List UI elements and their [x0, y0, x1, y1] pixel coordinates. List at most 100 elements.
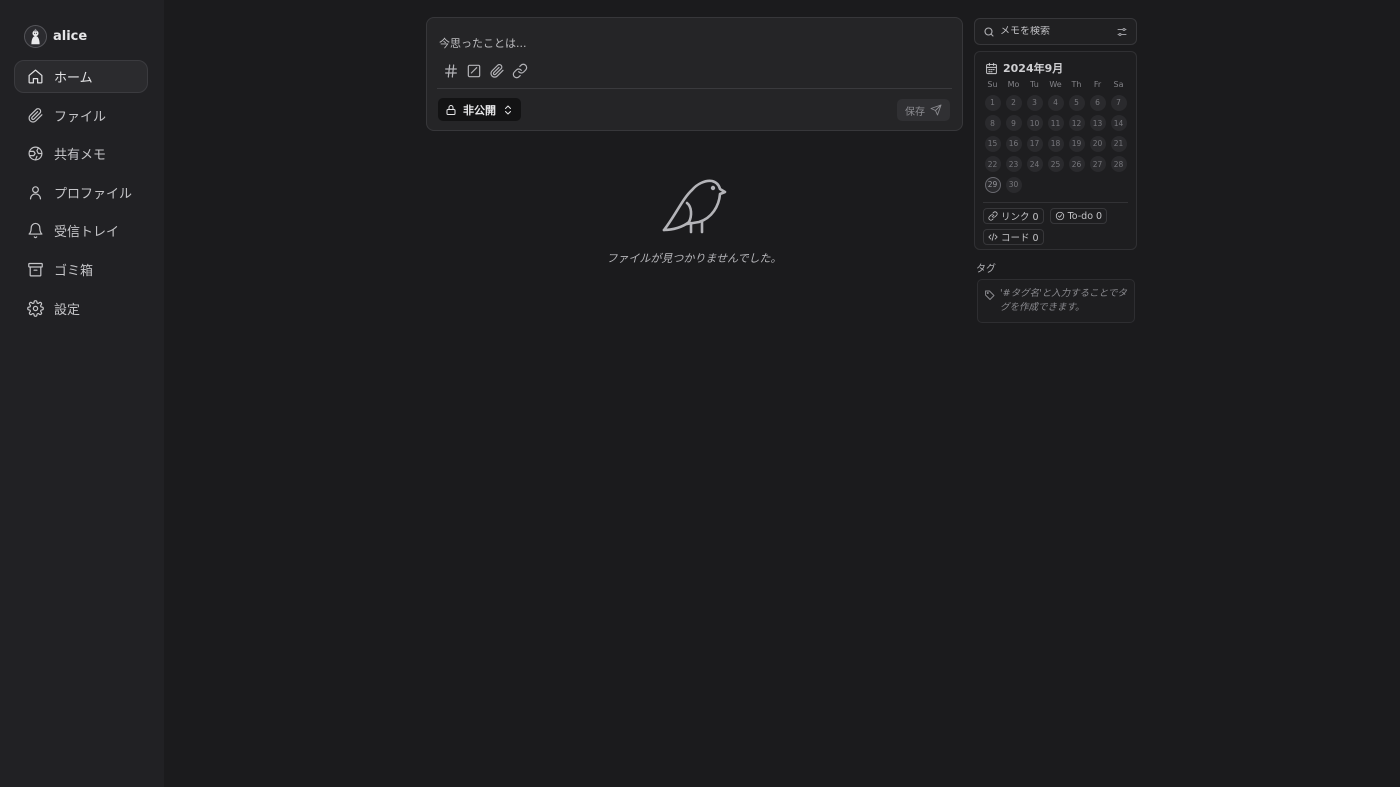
weekday-label: Sa [1113, 80, 1124, 89]
todo-stat-label: To-do 0 [1067, 210, 1103, 222]
filter-icon[interactable] [1116, 26, 1128, 38]
weekday-label: We [1049, 80, 1062, 89]
calendar-day[interactable]: 20 [1089, 135, 1106, 152]
calendar-day-cell: 4 [1045, 94, 1066, 111]
empty-message: ファイルが見つかりませんでした。 [606, 252, 782, 265]
calendar-day[interactable]: 11 [1047, 115, 1064, 131]
calendar-day-cell: 25 [1045, 156, 1066, 172]
calendar-day-cell: 28 [1108, 156, 1129, 172]
calendar-day-cell: 7 [1108, 94, 1129, 111]
weekday-label: Mo [1007, 80, 1020, 89]
calendar-day-cell: 30 [1003, 176, 1024, 193]
weekday-label: Fr [1093, 80, 1102, 89]
archive-icon [27, 261, 44, 278]
sidebar-item-trash[interactable]: ゴミ箱 [14, 253, 148, 286]
sidebar-nav: ホーム ファイル 共有メモ プロファイル 受信トレイ ゴミ箱 設定 [14, 60, 148, 330]
activity-calendar: 2024年9月 Su Mo Tu We Th Fr Sa 1 2 3 4 5 6 7 8 9 10 11 12 13 1… [974, 51, 1137, 250]
todo-stat[interactable]: To-do 0 [1049, 208, 1108, 224]
calendar-day[interactable]: 29 [984, 176, 1001, 193]
calendar-day-cell: 21 [1108, 135, 1129, 152]
sidebar-item-files[interactable]: ファイル [14, 99, 148, 132]
memo-stats: リンク 0 To-do 0 コード 0 [983, 208, 1133, 245]
calendar-day[interactable]: 30 [1005, 176, 1022, 193]
weekday-label: Th [1071, 80, 1082, 89]
sidebar-item-profile[interactable]: プロファイル [14, 176, 148, 209]
calendar-day-cell: 9 [1003, 115, 1024, 131]
user-name: alice [53, 28, 88, 44]
sidebar-item-label: 受信トレイ [54, 225, 120, 241]
calendar-day-cell: 3 [1024, 94, 1045, 111]
calendar-grid: Su Mo Tu We Th Fr Sa 1 2 3 4 5 6 7 8 9 10 11 12 13 14 15 16 17 1… [982, 80, 1129, 193]
calendar-day[interactable]: 23 [1005, 156, 1022, 172]
link-stat[interactable]: リンク 0 [983, 208, 1044, 224]
visibility-selector[interactable]: 非公開 [438, 98, 521, 121]
sidebar-item-label: プロファイル [54, 186, 133, 202]
code-stat[interactable]: コード 0 [983, 229, 1044, 245]
sidebar-item-home[interactable]: ホーム [14, 60, 148, 93]
lock-icon [445, 104, 457, 116]
link-icon[interactable] [512, 63, 528, 79]
calendar-day[interactable]: 4 [1047, 94, 1064, 111]
calendar-day[interactable]: 9 [1005, 115, 1022, 131]
calendar-day[interactable]: 15 [984, 135, 1001, 152]
check-circle-icon [1055, 211, 1065, 221]
calendar-day[interactable]: 3 [1026, 94, 1043, 111]
user-menu[interactable]: alice [24, 24, 87, 48]
sidebar-item-settings[interactable]: 設定 [14, 292, 148, 325]
calendar-day[interactable]: 5 [1068, 94, 1085, 111]
calendar-day[interactable]: 2 [1005, 94, 1022, 111]
sidebar-item-inbox[interactable]: 受信トレイ [14, 214, 148, 247]
calendar-day[interactable]: 26 [1068, 156, 1085, 172]
calendar-day[interactable]: 25 [1047, 156, 1064, 172]
calendar-day[interactable]: 22 [984, 156, 1001, 172]
hash-icon[interactable] [443, 63, 459, 79]
memo-editor: 今思ったことは... 非公開 保存 [426, 17, 963, 131]
paperclip-icon[interactable] [489, 63, 505, 79]
sidebar-item-shared-memos[interactable]: 共有メモ [14, 137, 148, 170]
search-input[interactable] [1000, 26, 1111, 37]
calendar-day[interactable]: 21 [1110, 135, 1127, 152]
calendar-day[interactable]: 27 [1089, 156, 1106, 172]
calendar-day[interactable]: 1 [984, 94, 1001, 111]
avatar [24, 24, 47, 48]
calendar-day[interactable]: 13 [1089, 115, 1106, 131]
calendar-day-cell: 15 [982, 135, 1003, 152]
calendar-day[interactable]: 12 [1068, 115, 1085, 131]
calendar-day[interactable]: 18 [1047, 135, 1064, 152]
calendar-day-cell: 18 [1045, 135, 1066, 152]
chevron-up-down-icon [502, 104, 514, 116]
weekday-label: Su [987, 80, 998, 89]
calendar-day[interactable]: 19 [1068, 135, 1085, 152]
calendar-day[interactable]: 7 [1110, 94, 1127, 111]
calendar-day[interactable]: 16 [1005, 135, 1022, 152]
search-icon [983, 26, 995, 38]
calendar-day-cell: 5 [1066, 94, 1087, 111]
calendar-day[interactable]: 14 [1110, 115, 1127, 131]
calendar-day-cell: 24 [1024, 156, 1045, 172]
tags-empty-box: '#タグ名'と入力することでタグを作成できます。 [977, 279, 1135, 323]
calendar-day-cell: 13 [1087, 115, 1108, 131]
calendar-header: 2024年9月 [985, 60, 1063, 76]
calendar-day-cell: 17 [1024, 135, 1045, 152]
calendar-day[interactable]: 10 [1026, 115, 1043, 131]
empty-state: ファイルが見つかりませんでした。 [594, 176, 794, 266]
calendar-day[interactable]: 28 [1110, 156, 1127, 172]
memo-input[interactable]: 今思ったことは... [439, 35, 527, 51]
calendar-day-cell: 26 [1066, 156, 1087, 172]
calendar-day[interactable]: 17 [1026, 135, 1043, 152]
sidebar-item-label: ファイル [54, 109, 107, 125]
link-icon [988, 211, 998, 221]
code-icon [988, 232, 998, 242]
calendar-day[interactable]: 6 [1089, 94, 1106, 111]
save-button[interactable]: 保存 [897, 99, 950, 121]
weekday-label: Tu [1030, 80, 1039, 89]
calendar-day[interactable]: 8 [984, 115, 1001, 131]
checkbox-icon[interactable] [466, 63, 482, 79]
calendar-day[interactable]: 24 [1026, 156, 1043, 172]
calendar-month: 2024年9月 [1003, 62, 1064, 75]
editor-toolbar [443, 63, 528, 79]
calendar-day-cell: 19 [1066, 135, 1087, 152]
send-icon [930, 104, 942, 116]
search-box [974, 18, 1137, 45]
sidebar-item-label: ホーム [54, 71, 93, 86]
